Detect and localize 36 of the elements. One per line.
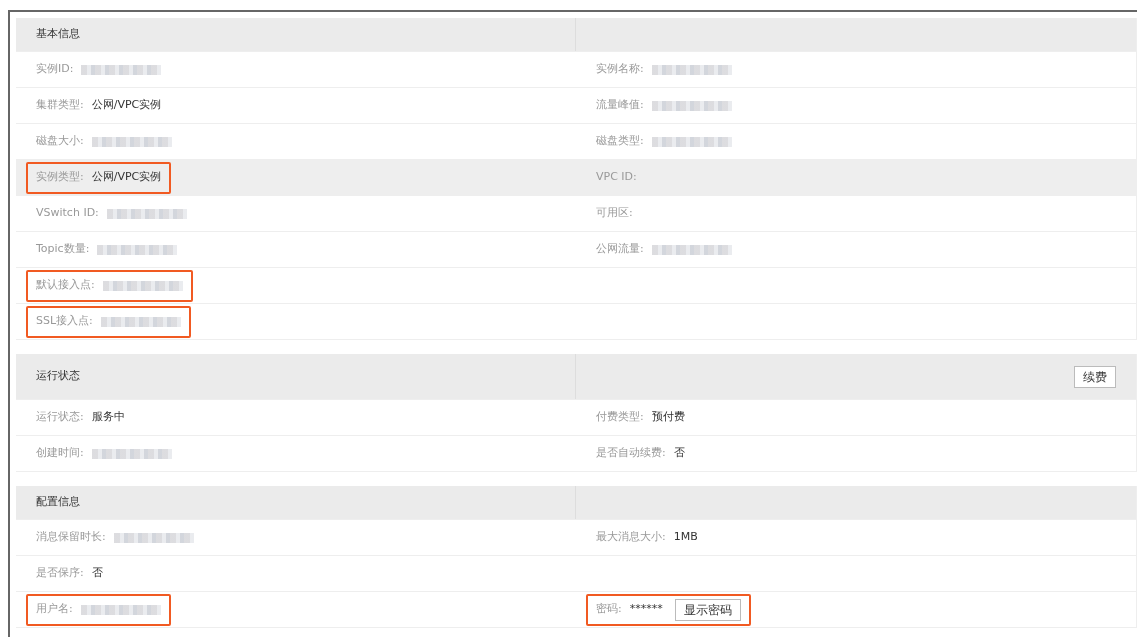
field-label: 磁盘类型: — [596, 133, 644, 150]
field-value: 预付费 — [651, 409, 685, 426]
renew-button[interactable]: 续费 — [1074, 365, 1116, 388]
section-title: 基本信息 — [36, 26, 80, 43]
section-title: 配置信息 — [36, 494, 80, 511]
field-label: 实例名称: — [596, 61, 644, 78]
field-label: 是否保序: — [36, 565, 84, 582]
field-label: 实例ID: — [36, 61, 74, 78]
field-value: 公网/VPC实例 — [91, 169, 162, 186]
masked-password: ****** — [629, 601, 663, 618]
field-label: 实例类型: — [36, 169, 84, 186]
field-label: 用户名: — [36, 601, 73, 618]
field-label: 默认接入点: — [36, 277, 95, 294]
show-password-button[interactable]: 显示密码 — [674, 598, 741, 621]
field-label: 运行状态: — [36, 409, 84, 426]
field-value: 公网/VPC实例 — [91, 97, 162, 114]
field-value: 否 — [673, 445, 685, 462]
field-label: SSL接入点: — [36, 313, 93, 330]
field-label: 公网流量: — [596, 241, 644, 258]
field-value: 服务中 — [91, 409, 125, 426]
field-label: 创建时间: — [36, 445, 84, 462]
field-value: 否 — [91, 565, 103, 582]
field-label: 付费类型: — [596, 409, 644, 426]
field-label: 最大消息大小: — [596, 529, 666, 546]
field-label: 集群类型: — [36, 97, 84, 114]
field-label: 流量峰值: — [596, 97, 644, 114]
field-label: 磁盘大小: — [36, 133, 84, 150]
field-label: 可用区: — [596, 205, 633, 222]
field-label: Topic数量: — [36, 241, 90, 258]
field-label: 密码: — [596, 601, 622, 618]
section-title: 运行状态 — [36, 368, 80, 385]
field-label: 是否自动续费: — [596, 445, 666, 462]
field-label: VPC ID: — [596, 169, 637, 186]
field-label: 消息保留时长: — [36, 529, 106, 546]
field-label: VSwitch ID: — [36, 205, 99, 222]
field-value: 1MB — [673, 529, 698, 546]
